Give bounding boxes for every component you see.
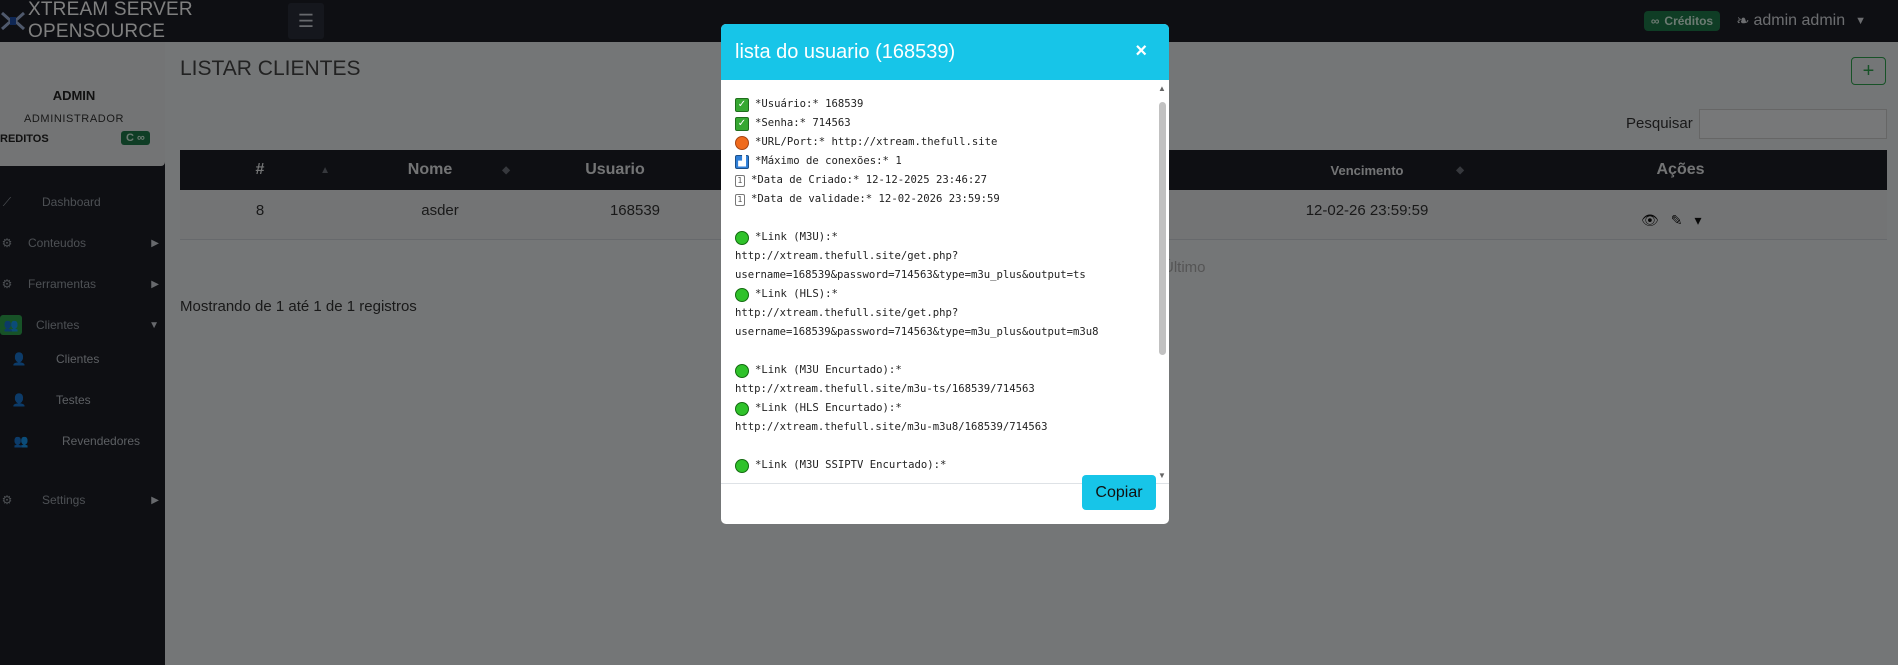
line-m3u-label: *Link (M3U):* [735, 228, 1145, 247]
line-criado: 1 *Data de Criado:* 12-12-2025 23:46:27 [735, 171, 1145, 190]
scrollbar[interactable]: ▲ ▼ [1157, 84, 1167, 480]
line-m3u-short-label: *Link (M3U Encurtado):* [735, 361, 1145, 380]
line-hls-short-url: http://xtream.thefull.site/m3u-m3u8/1685… [735, 421, 1048, 433]
line-text: *Data de validade:* 12-02-2026 23:59:59 [751, 193, 1000, 205]
check-icon: ✓ [735, 97, 749, 112]
line-url: *URL/Port:* http://xtream.thefull.site [735, 133, 1145, 152]
line-max: ▟ *Máximo de conexões:* 1 [735, 152, 1145, 171]
modal-content: ✓ *Usuário:* 168539 ✓ *Senha:* 714563 *URL… [735, 95, 1145, 475]
line-validade: 1 *Data de validade:* 12-02-2026 23:59:59 [735, 190, 1145, 209]
close-icon[interactable]: × [1135, 40, 1147, 63]
calendar-icon: 1 [735, 193, 745, 206]
green-circle-icon [735, 363, 749, 378]
line-text: *Link (M3U):* [755, 231, 838, 243]
line-usuario: ✓ *Usuário:* 168539 [735, 95, 1145, 114]
green-circle-icon [735, 230, 749, 245]
orange-circle-icon [735, 135, 749, 150]
line-text: *URL/Port:* http://xtream.thefull.site [755, 136, 998, 148]
line-text: *Link (M3U SSIPTV Encurtado):* [755, 459, 947, 471]
scrollbar-thumb[interactable] [1159, 102, 1166, 355]
modal-title: lista do usuario (168539) [735, 40, 956, 63]
line-partial: *Link (M3U SSIPTV Encurtado):* [735, 456, 1145, 475]
scroll-down-icon[interactable]: ▼ [1158, 471, 1166, 480]
line-hls-url2: username=168539&password=714563&type=m3u… [735, 326, 1099, 338]
modal-body[interactable]: ✓ *Usuário:* 168539 ✓ *Senha:* 714563 *URL… [721, 80, 1169, 484]
copy-button[interactable]: Copiar [1082, 475, 1156, 510]
green-circle-icon [735, 458, 749, 473]
line-text: *Usuário:* 168539 [755, 98, 864, 110]
calendar-icon: 1 [735, 174, 745, 187]
user-list-modal: lista do usuario (168539) × ✓ *Usuário:* … [721, 24, 1169, 524]
line-hls-short-label: *Link (HLS Encurtado):* [735, 399, 1145, 418]
line-m3u-url1: http://xtream.thefull.site/get.php? [735, 250, 959, 262]
line-text: *Data de Criado:* 12-12-2025 23:46:27 [751, 174, 987, 186]
line-m3u-url2: username=168539&password=714563&type=m3u… [735, 269, 1086, 281]
chart-icon: ▟ [735, 154, 749, 169]
line-text: *Senha:* 714563 [755, 117, 851, 129]
line-hls-label: *Link (HLS):* [735, 285, 1145, 304]
green-circle-icon [735, 401, 749, 416]
check-icon: ✓ [735, 116, 749, 131]
line-text: *Link (M3U Encurtado):* [755, 364, 902, 376]
modal-header: lista do usuario (168539) × [721, 24, 1169, 80]
line-senha: ✓ *Senha:* 714563 [735, 114, 1145, 133]
line-m3u-short-url: http://xtream.thefull.site/m3u-ts/168539… [735, 383, 1035, 395]
scroll-up-icon[interactable]: ▲ [1158, 84, 1166, 93]
line-text: *Link (HLS Encurtado):* [755, 402, 902, 414]
line-hls-url1: http://xtream.thefull.site/get.php? [735, 307, 959, 319]
line-text: *Máximo de conexões:* 1 [755, 155, 902, 167]
line-text: *Link (HLS):* [755, 288, 838, 300]
green-circle-icon [735, 287, 749, 302]
